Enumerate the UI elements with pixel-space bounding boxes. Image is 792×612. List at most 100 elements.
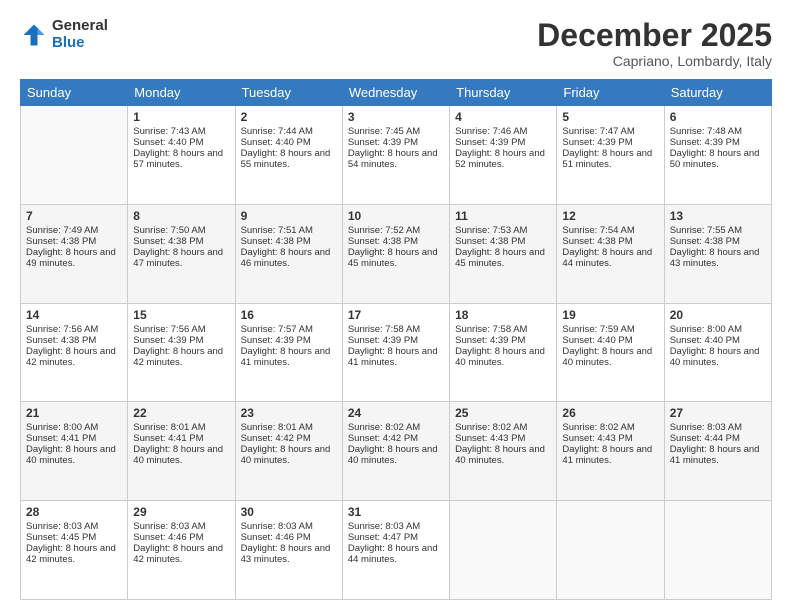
day-number: 26 <box>562 406 658 420</box>
daylight-text: Daylight: 8 hours and 42 minutes. <box>26 346 116 368</box>
table-row: 16Sunrise: 7:57 AMSunset: 4:39 PMDayligh… <box>235 303 342 402</box>
sunset-text: Sunset: 4:42 PM <box>348 433 418 444</box>
table-row: 10Sunrise: 7:52 AMSunset: 4:38 PMDayligh… <box>342 204 449 303</box>
table-row: 29Sunrise: 8:03 AMSunset: 4:46 PMDayligh… <box>128 501 235 600</box>
table-row: 8 Sunrise: 7:50 AMSunset: 4:38 PMDaylight… <box>128 204 235 303</box>
day-number: 31 <box>348 505 444 519</box>
day-number: 13 <box>670 209 766 223</box>
table-row: 1Sunrise: 7:43 AMSunset: 4:40 PMDaylight… <box>128 106 235 205</box>
calendar-week-row: 14Sunrise: 7:56 AMSunset: 4:38 PMDayligh… <box>21 303 772 402</box>
day-number: 14 <box>26 308 122 322</box>
table-row: 5Sunrise: 7:47 AMSunset: 4:39 PMDaylight… <box>557 106 664 205</box>
table-row: 26Sunrise: 8:02 AMSunset: 4:43 PMDayligh… <box>557 402 664 501</box>
day-number: 23 <box>241 406 337 420</box>
daylight-text: Daylight: 8 hours and 44 minutes. <box>348 543 438 565</box>
header-tuesday: Tuesday <box>235 80 342 106</box>
table-row: 13 Sunrise: 7:55 AMSunset: 4:38 PMDayligh… <box>664 204 771 303</box>
table-row: 25Sunrise: 8:02 AMSunset: 4:43 PMDayligh… <box>450 402 557 501</box>
sunrise-text: Sunrise: 8:01 AM <box>241 422 313 433</box>
sunset-text: Sunset: 4:39 PM <box>562 137 632 148</box>
header-sunday: Sunday <box>21 80 128 106</box>
day-number: 21 <box>26 406 122 420</box>
day-number: 10 <box>348 209 444 223</box>
daylight-text: Daylight: 8 hours and 47 minutes. <box>133 247 223 269</box>
sunrise-text: Sunrise: 8:00 AM <box>26 422 98 433</box>
daylight-text: Daylight: 8 hours and 40 minutes. <box>26 444 116 466</box>
daylight-text: Daylight: 8 hours and 40 minutes. <box>455 346 545 368</box>
table-row <box>450 501 557 600</box>
sunset-text: Sunset: 4:39 PM <box>241 335 311 346</box>
sunrise-text: Sunrise: 7:54 AM <box>562 225 634 236</box>
sunrise-text: Sunrise: 8:01 AM <box>133 422 205 433</box>
header-monday: Monday <box>128 80 235 106</box>
table-row: 12Sunrise: 7:54 AMSunset: 4:38 PMDayligh… <box>557 204 664 303</box>
sunset-text: Sunset: 4:38 PM <box>133 236 203 247</box>
table-row <box>21 106 128 205</box>
calendar-header-row: Sunday Monday Tuesday Wednesday Thursday… <box>21 80 772 106</box>
sunset-text: Sunset: 4:39 PM <box>133 335 203 346</box>
sunrise-text: Sunrise: 8:03 AM <box>670 422 742 433</box>
sunrise-text: Sunrise: 8:02 AM <box>348 422 420 433</box>
day-number: 9 <box>241 209 337 223</box>
sunrise-text: Sunrise: 7:51 AM <box>241 225 313 236</box>
sunset-text: Sunset: 4:38 PM <box>241 236 311 247</box>
day-number: 1 <box>133 110 229 124</box>
sunrise-text: Sunrise: 7:58 AM <box>348 324 420 335</box>
daylight-text: Daylight: 8 hours and 44 minutes. <box>562 247 652 269</box>
sunset-text: Sunset: 4:38 PM <box>562 236 632 247</box>
sunrise-text: Sunrise: 7:55 AM <box>670 225 742 236</box>
daylight-text: Daylight: 8 hours and 49 minutes. <box>26 247 116 269</box>
daylight-text: Daylight: 8 hours and 40 minutes. <box>670 346 760 368</box>
daylight-text: Daylight: 8 hours and 41 minutes. <box>241 346 331 368</box>
daylight-text: Daylight: 8 hours and 45 minutes. <box>348 247 438 269</box>
daylight-text: Daylight: 8 hours and 42 minutes. <box>26 543 116 565</box>
table-row: 27Sunrise: 8:03 AMSunset: 4:44 PMDayligh… <box>664 402 771 501</box>
daylight-text: Daylight: 8 hours and 40 minutes. <box>241 444 331 466</box>
table-row <box>664 501 771 600</box>
sunset-text: Sunset: 4:41 PM <box>133 433 203 444</box>
sunrise-text: Sunrise: 7:44 AM <box>241 126 313 137</box>
table-row: 2Sunrise: 7:44 AMSunset: 4:40 PMDaylight… <box>235 106 342 205</box>
daylight-text: Daylight: 8 hours and 42 minutes. <box>133 543 223 565</box>
table-row: 18Sunrise: 7:58 AMSunset: 4:39 PMDayligh… <box>450 303 557 402</box>
daylight-text: Daylight: 8 hours and 54 minutes. <box>348 148 438 170</box>
sunrise-text: Sunrise: 8:03 AM <box>348 521 420 532</box>
sunrise-text: Sunrise: 7:48 AM <box>670 126 742 137</box>
sunset-text: Sunset: 4:43 PM <box>562 433 632 444</box>
day-number: 19 <box>562 308 658 322</box>
logo: General Blue <box>20 18 108 51</box>
location: Capriano, Lombardy, Italy <box>537 53 772 69</box>
sunset-text: Sunset: 4:40 PM <box>133 137 203 148</box>
sunrise-text: Sunrise: 7:43 AM <box>133 126 205 137</box>
table-row: 7Sunrise: 7:49 AMSunset: 4:38 PMDaylight… <box>21 204 128 303</box>
sunrise-text: Sunrise: 7:57 AM <box>241 324 313 335</box>
page: General Blue December 2025 Capriano, Lom… <box>0 0 792 612</box>
logo-icon <box>20 21 48 49</box>
sunset-text: Sunset: 4:38 PM <box>670 236 740 247</box>
sunset-text: Sunset: 4:39 PM <box>455 335 525 346</box>
sunrise-text: Sunrise: 8:03 AM <box>133 521 205 532</box>
calendar: Sunday Monday Tuesday Wednesday Thursday… <box>20 79 772 600</box>
day-number: 8 <box>133 209 229 223</box>
day-number: 30 <box>241 505 337 519</box>
day-number: 25 <box>455 406 551 420</box>
table-row: 22Sunrise: 8:01 AMSunset: 4:41 PMDayligh… <box>128 402 235 501</box>
table-row: 31Sunrise: 8:03 AMSunset: 4:47 PMDayligh… <box>342 501 449 600</box>
sunset-text: Sunset: 4:39 PM <box>348 137 418 148</box>
daylight-text: Daylight: 8 hours and 50 minutes. <box>670 148 760 170</box>
sunrise-text: Sunrise: 7:50 AM <box>133 225 205 236</box>
sunset-text: Sunset: 4:45 PM <box>26 532 96 543</box>
sunset-text: Sunset: 4:40 PM <box>241 137 311 148</box>
table-row: 9Sunrise: 7:51 AMSunset: 4:38 PMDaylight… <box>235 204 342 303</box>
daylight-text: Daylight: 8 hours and 45 minutes. <box>455 247 545 269</box>
day-number: 27 <box>670 406 766 420</box>
table-row: 14Sunrise: 7:56 AMSunset: 4:38 PMDayligh… <box>21 303 128 402</box>
table-row: 15Sunrise: 7:56 AMSunset: 4:39 PMDayligh… <box>128 303 235 402</box>
sunrise-text: Sunrise: 7:59 AM <box>562 324 634 335</box>
calendar-week-row: 28Sunrise: 8:03 AMSunset: 4:45 PMDayligh… <box>21 501 772 600</box>
logo-text: General Blue <box>52 18 108 51</box>
table-row: 4Sunrise: 7:46 AMSunset: 4:39 PMDaylight… <box>450 106 557 205</box>
daylight-text: Daylight: 8 hours and 43 minutes. <box>670 247 760 269</box>
day-number: 17 <box>348 308 444 322</box>
sunrise-text: Sunrise: 7:58 AM <box>455 324 527 335</box>
